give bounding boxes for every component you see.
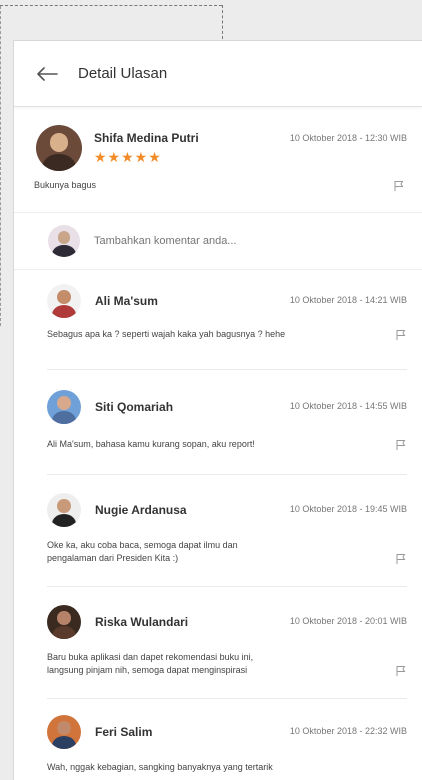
comment-text: Sebagus apa ka ? seperti wajah kaka yah … bbox=[47, 329, 286, 339]
comment-date: 10 Oktober 2018 - 22:32 WIB bbox=[289, 726, 407, 736]
comment-item: Siti Qomariah 10 Oktober 2018 - 14:55 WI… bbox=[14, 370, 422, 475]
comment-text-line: pengalaman dari Presiden Kita :) bbox=[47, 553, 179, 563]
rating-stars: ★★★★★ bbox=[94, 149, 162, 165]
dashed-connector-left bbox=[0, 6, 1, 326]
flag-icon[interactable] bbox=[393, 180, 405, 192]
comment-item: Ali Ma'sum 10 Oktober 2018 - 14:21 WIB S… bbox=[14, 270, 422, 370]
comment-input[interactable] bbox=[92, 234, 346, 248]
avatar bbox=[47, 493, 81, 527]
comment-text: Ali Ma'sum, bahasa kamu kurang sopan, ak… bbox=[47, 439, 255, 449]
comment-item: Nugie Ardanusa 10 Oktober 2018 - 19:45 W… bbox=[14, 475, 422, 587]
comment-date: 10 Oktober 2018 - 14:21 WIB bbox=[289, 295, 407, 305]
review-date: 10 Oktober 2018 - 12:30 WIB bbox=[289, 133, 407, 143]
dashed-connector-vertical bbox=[222, 5, 223, 39]
comment-date: 10 Oktober 2018 - 19:45 WIB bbox=[289, 504, 407, 514]
avatar bbox=[48, 225, 80, 257]
comment-text-line: langsung pinjam nih, semoga dapat mengin… bbox=[47, 665, 248, 675]
commenter-name: Ali Ma'sum bbox=[95, 294, 158, 308]
commenter-name: Feri Salim bbox=[95, 725, 153, 739]
avatar bbox=[47, 284, 81, 318]
flag-icon[interactable] bbox=[395, 553, 407, 565]
avatar bbox=[36, 125, 82, 171]
avatar bbox=[47, 605, 81, 639]
avatar bbox=[47, 390, 81, 424]
review-detail-screen: Detail Ulasan Shifa Medina Putri ★★★★★ 1… bbox=[13, 40, 422, 780]
comment-text-line: Baru buka aplikasi dan dapet rekomendasi… bbox=[47, 652, 254, 662]
flag-icon[interactable] bbox=[395, 439, 407, 451]
main-review: Shifa Medina Putri ★★★★★ 10 Oktober 2018… bbox=[14, 107, 422, 213]
comment-text: Wah, nggak kebagian, sangking banyaknya … bbox=[47, 762, 273, 772]
page-title: Detail Ulasan bbox=[78, 65, 168, 82]
app-header: Detail Ulasan bbox=[14, 41, 422, 107]
comment-date: 10 Oktober 2018 - 20:01 WIB bbox=[289, 616, 407, 626]
comment-text-line: Oke ka, aku coba baca, semoga dapat ilmu… bbox=[47, 540, 238, 550]
comment-item: Riska Wulandari 10 Oktober 2018 - 20:01 … bbox=[14, 587, 422, 699]
comment-date: 10 Oktober 2018 - 14:55 WIB bbox=[289, 401, 407, 411]
arrow-left-icon bbox=[37, 66, 58, 81]
avatar bbox=[47, 715, 81, 749]
commenter-name: Nugie Ardanusa bbox=[95, 503, 187, 517]
commenter-name: Siti Qomariah bbox=[95, 400, 174, 414]
add-comment-bar bbox=[14, 213, 422, 270]
dashed-connector-horizontal bbox=[0, 5, 222, 6]
reviewer-name: Shifa Medina Putri bbox=[94, 131, 199, 145]
review-text: Bukunya bagus bbox=[34, 180, 97, 190]
comment-item: Feri Salim 10 Oktober 2018 - 22:32 WIB W… bbox=[14, 699, 422, 780]
flag-icon[interactable] bbox=[395, 329, 407, 341]
flag-icon[interactable] bbox=[395, 665, 407, 677]
commenter-name: Riska Wulandari bbox=[95, 615, 189, 629]
back-button[interactable] bbox=[36, 59, 76, 89]
